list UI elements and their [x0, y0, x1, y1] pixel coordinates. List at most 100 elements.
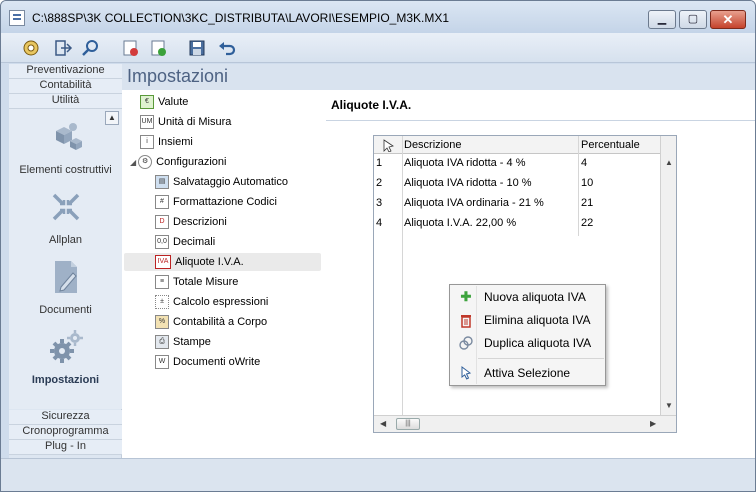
- tree-item-insiemi[interactable]: i Insiemi: [140, 133, 193, 151]
- iva-icon: IVA: [155, 255, 171, 270]
- new-record-icon[interactable]: [121, 38, 141, 58]
- grid-rowheader-divider: [402, 136, 403, 415]
- menu-item-elimina-aliquota[interactable]: Elimina aliquota IVA: [452, 309, 604, 331]
- undo-icon[interactable]: [217, 38, 237, 58]
- exit-icon[interactable]: [53, 38, 73, 58]
- duplicate-icon: [459, 336, 473, 350]
- column-header-descrizione[interactable]: Descrizione: [404, 139, 461, 151]
- cell-descrizione[interactable]: Aliquota IVA ridotta - 10 %: [404, 177, 532, 189]
- scrollbar-thumb[interactable]: |||: [396, 418, 420, 430]
- app-icon: [9, 10, 25, 26]
- grid-column-divider: [578, 136, 579, 236]
- scroll-left-arrow-icon[interactable]: ◀: [380, 419, 386, 428]
- tree-item-decimali[interactable]: 0,0 Decimali: [155, 233, 215, 251]
- aliquote-panel: Aliquote I.V.A. Descrizione Percentuale …: [326, 90, 755, 458]
- printer-icon: ⎙: [155, 335, 169, 350]
- cell-percentuale[interactable]: 21: [581, 197, 593, 209]
- tree-item-formattazione-codici[interactable]: # Formattazione Codici: [155, 193, 277, 211]
- row-number[interactable]: 3: [376, 197, 382, 209]
- plus-icon: ✚: [460, 289, 472, 304]
- cell-descrizione[interactable]: Aliquota IVA ridotta - 4 %: [404, 157, 525, 169]
- page-header: Impostazioni: [122, 64, 755, 90]
- nav-link-utilita[interactable]: Utilità: [9, 94, 122, 109]
- currency-icon: €: [140, 95, 154, 110]
- title-bar: C:\888SP\3K COLLECTION\3KC_DISTRIBUTA\LA…: [1, 1, 755, 33]
- tree-item-descrizioni[interactable]: D Descrizioni: [155, 213, 227, 231]
- tree-item-totale-misure[interactable]: ≡ Totale Misure: [155, 273, 238, 291]
- tree-item-label: Contabilità a Corpo: [173, 316, 268, 328]
- tree-item-stampe[interactable]: ⎙ Stampe: [155, 333, 211, 351]
- row-number[interactable]: 2: [376, 177, 382, 189]
- cell-descrizione[interactable]: Aliquota I.V.A. 22,00 %: [404, 217, 516, 229]
- cell-percentuale[interactable]: 4: [581, 157, 587, 169]
- maximize-button[interactable]: ▢: [679, 10, 707, 29]
- tree-item-calcolo-espressioni[interactable]: ± Calcolo espressioni: [155, 293, 268, 311]
- menu-item-label: Attiva Selezione: [484, 366, 571, 380]
- tree-item-label: Descrizioni: [173, 216, 227, 228]
- tree-item-label: Insiemi: [158, 136, 193, 148]
- scroll-down-arrow-icon[interactable]: ▼: [665, 401, 673, 410]
- sidebar-item-label: Allplan: [48, 234, 83, 246]
- vertical-scrollbar[interactable]: ▲ ▼: [660, 136, 676, 415]
- column-header-percentuale[interactable]: Percentuale: [581, 139, 640, 151]
- nav-link-cronoprogramma[interactable]: Cronoprogramma: [9, 425, 122, 440]
- tree-item-documenti-owrite[interactable]: W Documenti oWrite: [155, 353, 260, 371]
- menu-item-attiva-selezione[interactable]: Attiva Selezione: [452, 362, 604, 384]
- row-number[interactable]: 1: [376, 157, 382, 169]
- nav-link-preventivazione[interactable]: Preventivazione: [9, 64, 122, 79]
- panel-heading: Aliquote I.V.A.: [331, 98, 412, 112]
- row-number[interactable]: 4: [376, 217, 382, 229]
- close-button[interactable]: ✕: [710, 10, 746, 29]
- menu-item-nuova-aliquota[interactable]: ✚ Nuova aliquota IVA: [452, 286, 604, 308]
- cell-percentuale[interactable]: 10: [581, 177, 593, 189]
- sidebar-item-label: Documenti: [39, 304, 92, 316]
- horizontal-scrollbar[interactable]: ◀ ||| ▶: [374, 415, 676, 432]
- trash-icon: [461, 315, 471, 328]
- gear-icon: ⚙: [138, 155, 153, 170]
- minimize-button[interactable]: ▁: [648, 10, 676, 29]
- maximize-icon: ▢: [687, 13, 699, 25]
- tree-item-label: Aliquote I.V.A.: [175, 256, 244, 268]
- nav-link-contabilita[interactable]: Contabilità: [9, 79, 122, 94]
- cell-percentuale[interactable]: 22: [581, 217, 593, 229]
- sidebar-item-label: Elementi costruttivi: [19, 164, 112, 176]
- tree-item-aliquote-iva[interactable]: IVA Aliquote I.V.A.: [124, 253, 321, 271]
- toolbar: [1, 33, 755, 63]
- menu-item-label: Nuova aliquota IVA: [484, 290, 586, 304]
- edit-record-icon[interactable]: [149, 38, 169, 58]
- collapse-arrow-icon[interactable]: ◢: [130, 158, 136, 167]
- tree-item-label: Valute: [158, 96, 189, 108]
- scroll-right-arrow-icon[interactable]: ▶: [650, 419, 656, 428]
- menu-separator: [478, 358, 604, 359]
- close-icon: ✕: [722, 12, 734, 27]
- cursor-icon: [461, 366, 472, 380]
- tree-item-contabilita-a-corpo[interactable]: % Contabilità a Corpo: [155, 313, 267, 331]
- tree-item-valute[interactable]: € Valute: [140, 93, 188, 111]
- app-window: C:\888SP\3K COLLECTION\3KC_DISTRIBUTA\LA…: [0, 0, 756, 492]
- list-icon: ≡: [155, 275, 169, 290]
- tree-item-label: Unità di Misura: [158, 116, 232, 128]
- percent-icon: %: [155, 315, 169, 330]
- home-icon[interactable]: [21, 38, 41, 58]
- nav-link-plug-in[interactable]: Plug - In: [9, 440, 122, 455]
- grid-header: Descrizione Percentuale: [374, 136, 660, 154]
- nav-link-sicurezza[interactable]: Sicurezza: [9, 410, 122, 425]
- decimal-icon: 0,0: [155, 235, 169, 250]
- save-icon[interactable]: [187, 38, 207, 58]
- divider: [326, 120, 755, 121]
- sidebar-item-documenti[interactable]: Documenti: [9, 257, 122, 316]
- menu-item-duplica-aliquota[interactable]: Duplica aliquota IVA: [452, 332, 604, 354]
- select-all-cursor-icon[interactable]: [383, 139, 395, 152]
- cell-descrizione[interactable]: Aliquota IVA ordinaria - 21 %: [404, 197, 544, 209]
- info-icon: i: [140, 135, 154, 150]
- tree-item-unita-di-misura[interactable]: UM Unità di Misura: [140, 113, 231, 131]
- search-icon[interactable]: [81, 38, 101, 58]
- tree-item-label: Totale Misure: [173, 276, 239, 288]
- page-title: Impostazioni: [127, 66, 229, 86]
- sidebar-item-impostazioni[interactable]: Impostazioni: [9, 327, 122, 386]
- tree-item-salvataggio-automatico[interactable]: ▤ Salvataggio Automatico: [155, 173, 288, 191]
- scroll-up-arrow-icon[interactable]: ▲: [665, 158, 673, 167]
- tree-item-configurazioni[interactable]: ◢ ⚙ Configurazioni: [130, 153, 226, 171]
- sidebar-item-elementi-costruttivi[interactable]: Elementi costruttivi: [9, 117, 122, 176]
- sidebar-item-allplan[interactable]: Allplan: [9, 187, 122, 246]
